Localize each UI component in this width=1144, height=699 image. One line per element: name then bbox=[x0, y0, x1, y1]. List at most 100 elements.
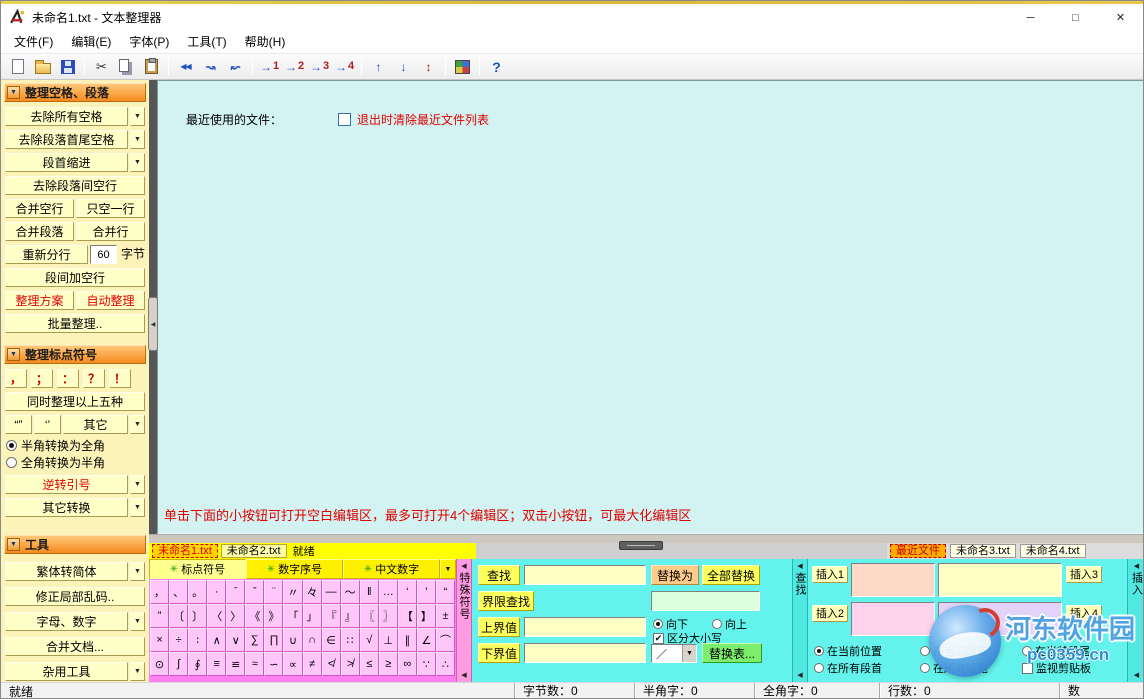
insert-area-4[interactable] bbox=[938, 602, 1062, 636]
half-to-full-width-radio[interactable] bbox=[6, 440, 17, 451]
symbol-button[interactable]: ∷ bbox=[341, 628, 360, 652]
other-punctuation-dropdown[interactable] bbox=[130, 415, 145, 434]
open-file-button[interactable] bbox=[30, 55, 55, 78]
case-sensitive-checkbox[interactable] bbox=[653, 633, 664, 644]
dropdown-icon[interactable] bbox=[682, 645, 696, 662]
direction-up-radio[interactable] bbox=[712, 619, 722, 629]
remove-all-spaces-button[interactable]: 去除所有空格 bbox=[5, 107, 128, 126]
symbol-button[interactable]: 〔 bbox=[169, 604, 188, 628]
menu-edit[interactable]: 编辑(E) bbox=[62, 32, 120, 52]
paste-button[interactable] bbox=[139, 55, 164, 78]
symbol-button[interactable]: ∩ bbox=[303, 628, 322, 652]
symbol-button[interactable]: ∶ bbox=[188, 628, 207, 652]
semicolon-button[interactable]: ； bbox=[31, 369, 53, 388]
symbol-button[interactable]: 〈 bbox=[207, 604, 226, 628]
section-header-spaces-paragraphs[interactable]: 整理空格、段落 bbox=[4, 83, 146, 102]
special-symbols-collapse-strip[interactable]: 特殊符号 bbox=[456, 559, 472, 682]
symbol-button[interactable]: 」 bbox=[303, 604, 322, 628]
symbol-button[interactable]: × bbox=[150, 628, 169, 652]
minimize-button[interactable]: ─ bbox=[1008, 4, 1053, 31]
misc-tools-button[interactable]: 杂用工具 bbox=[5, 662, 128, 681]
fix-garbled-text-button[interactable]: 修正局部乱码.. bbox=[5, 587, 145, 606]
symbol-button[interactable]: ∵ bbox=[417, 652, 436, 676]
symbol-button[interactable]: 「 bbox=[283, 604, 302, 628]
symbol-button[interactable]: ∪ bbox=[283, 628, 302, 652]
symbol-button[interactable]: 』 bbox=[341, 604, 360, 628]
indent-paragraph-button[interactable]: 段首缩进 bbox=[5, 153, 128, 172]
symbol-button[interactable]: ≮ bbox=[322, 652, 341, 676]
menu-help[interactable]: 帮助(H) bbox=[236, 32, 295, 52]
separator-select[interactable]: ／ bbox=[651, 644, 697, 663]
symbol-button[interactable]: ⊙ bbox=[150, 652, 169, 676]
symbol-button[interactable]: 『 bbox=[322, 604, 341, 628]
letters-numbers-button[interactable]: 字母、数字 bbox=[5, 612, 128, 631]
symbol-button[interactable]: ∧ bbox=[207, 628, 226, 652]
insert-at-current-paragraph-start-option[interactable]: 在当前段首 bbox=[920, 643, 988, 659]
symbol-button[interactable]: 〗 bbox=[379, 604, 398, 628]
symbol-button[interactable]: 【 bbox=[398, 604, 417, 628]
maximize-button[interactable]: □ bbox=[1053, 4, 1098, 31]
menu-file[interactable]: 文件(F) bbox=[5, 32, 62, 52]
lower-bound-input[interactable] bbox=[524, 643, 646, 663]
rewrap-button[interactable]: ↝ bbox=[198, 55, 223, 78]
symbol-button[interactable]: — bbox=[322, 580, 341, 604]
horizontal-splitter-button[interactable] bbox=[619, 541, 663, 550]
indent-paragraph-dropdown[interactable] bbox=[130, 153, 145, 172]
symbol-button[interactable]: ∫ bbox=[169, 652, 188, 676]
close-button[interactable]: ✕ bbox=[1098, 4, 1143, 31]
other-punctuation-button[interactable]: 其它 bbox=[63, 415, 128, 434]
symbol-button[interactable]: ⌒ bbox=[436, 628, 455, 652]
format-scheme-button[interactable]: 整理方案 bbox=[5, 291, 74, 310]
symbol-button[interactable]: ‘ bbox=[398, 580, 417, 604]
symbol-button[interactable]: 〕 bbox=[188, 604, 207, 628]
merge-documents-button[interactable]: 合并文档... bbox=[5, 637, 145, 656]
traditional-to-simplified-button[interactable]: 繁体转简体 bbox=[5, 562, 128, 581]
replace-button[interactable]: 替换为 bbox=[651, 565, 699, 585]
clear-recent-checkbox[interactable] bbox=[338, 113, 351, 126]
symbol-button[interactable]: 、 bbox=[169, 580, 188, 604]
insert-2-button[interactable]: 插入2 bbox=[812, 605, 848, 622]
insert-collapse-strip[interactable]: 插入 bbox=[1127, 559, 1144, 682]
symbol-button[interactable]: 》 bbox=[264, 604, 283, 628]
symbol-button[interactable]: ˉ bbox=[226, 580, 245, 604]
symbol-button[interactable]: ≌ bbox=[226, 652, 245, 676]
single-quotes-button[interactable]: ‘’ bbox=[34, 415, 61, 434]
symbol-button[interactable]: 】 bbox=[417, 604, 436, 628]
symbol-button[interactable]: ≥ bbox=[379, 652, 398, 676]
symbol-button[interactable]: ∏ bbox=[264, 628, 283, 652]
insert-area-2[interactable] bbox=[851, 602, 935, 636]
insert-at-all-paragraph-starts-radio[interactable] bbox=[814, 663, 824, 673]
copy-button[interactable] bbox=[114, 55, 139, 78]
tab-untitled-1[interactable]: 未命名1.txt bbox=[152, 544, 218, 558]
upper-bound-input[interactable] bbox=[524, 617, 646, 637]
bytes-per-line-input[interactable] bbox=[90, 245, 117, 264]
symbol-button[interactable]: ≈ bbox=[245, 652, 264, 676]
upper-bound-button[interactable]: 上界值 bbox=[478, 617, 520, 637]
merge-lines-button[interactable]: 合并行 bbox=[76, 222, 145, 241]
symbol-button[interactable]: 《 bbox=[245, 604, 264, 628]
symbol-button[interactable]: ∥ bbox=[398, 628, 417, 652]
remove-blank-lines-button[interactable]: 去除段落间空行 bbox=[5, 176, 145, 195]
symbol-button[interactable]: ÷ bbox=[169, 628, 188, 652]
open-editor-3-button[interactable]: →3 bbox=[307, 55, 332, 78]
symbol-tabs-dropdown[interactable] bbox=[440, 559, 456, 579]
tab-untitled-2[interactable]: 未命名2.txt bbox=[221, 544, 287, 558]
symbol-button[interactable]: 。 bbox=[188, 580, 207, 604]
symbol-button[interactable]: ± bbox=[436, 604, 455, 628]
watch-clipboard-checkbox[interactable] bbox=[1022, 663, 1033, 674]
symbol-button[interactable]: ≯ bbox=[341, 652, 360, 676]
rewrap-lines-button[interactable]: 重新分行 bbox=[5, 245, 88, 264]
symbol-button[interactable]: 〖 bbox=[360, 604, 379, 628]
letters-numbers-dropdown[interactable] bbox=[130, 612, 145, 631]
auto-format-button[interactable]: 自动整理 bbox=[76, 291, 145, 310]
trim-paragraph-spaces-dropdown[interactable] bbox=[130, 130, 145, 149]
batch-format-button[interactable]: 批量整理.. bbox=[5, 314, 145, 333]
insert-at-current-paragraph-end-option[interactable]: 在当前段尾 bbox=[1022, 643, 1090, 659]
open-editor-4-button[interactable]: →4 bbox=[332, 55, 357, 78]
insert-at-current-paragraph-end-radio[interactable] bbox=[1022, 646, 1032, 656]
find-input[interactable] bbox=[524, 565, 646, 585]
insert-area-3[interactable] bbox=[938, 563, 1062, 597]
find-collapse-strip[interactable]: 查找 bbox=[792, 559, 808, 682]
lower-bound-button[interactable]: 下界值 bbox=[478, 643, 520, 663]
insert-at-current-paragraph-start-radio[interactable] bbox=[920, 646, 930, 656]
